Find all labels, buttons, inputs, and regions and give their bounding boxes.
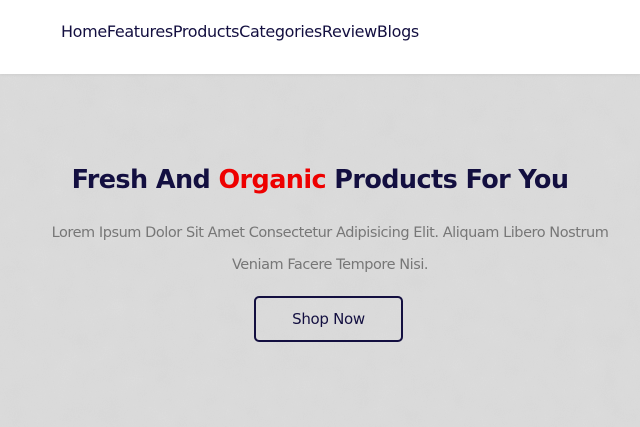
shop-now-button[interactable]: Shop Now [254, 296, 403, 342]
hero-title-end: Products For You [334, 165, 569, 195]
nav-link-products[interactable]: Products [173, 21, 240, 43]
nav-link-home[interactable]: Home [61, 21, 107, 43]
nav-list: Home Features Products Categories Review… [61, 21, 419, 43]
hero-title-start: Fresh And [71, 165, 211, 195]
hero-section: Fresh And Organic Products For You Lorem… [0, 74, 640, 427]
hero-content: Fresh And Organic Products For You Lorem… [0, 74, 640, 427]
nav-link-blogs[interactable]: Blogs [377, 21, 419, 43]
nav-link-features[interactable]: Features [107, 21, 173, 43]
nav-link-review[interactable]: Review [322, 21, 377, 43]
navbar: Home Features Products Categories Review… [0, 0, 640, 74]
hero-description: Lorem Ipsum Dolor Sit Amet Consectetur A… [51, 225, 609, 273]
hero-title: Fresh And Organic Products For You [0, 162, 640, 198]
hero-title-accent: Organic [218, 165, 327, 195]
nav-link-categories[interactable]: Categories [239, 21, 322, 43]
